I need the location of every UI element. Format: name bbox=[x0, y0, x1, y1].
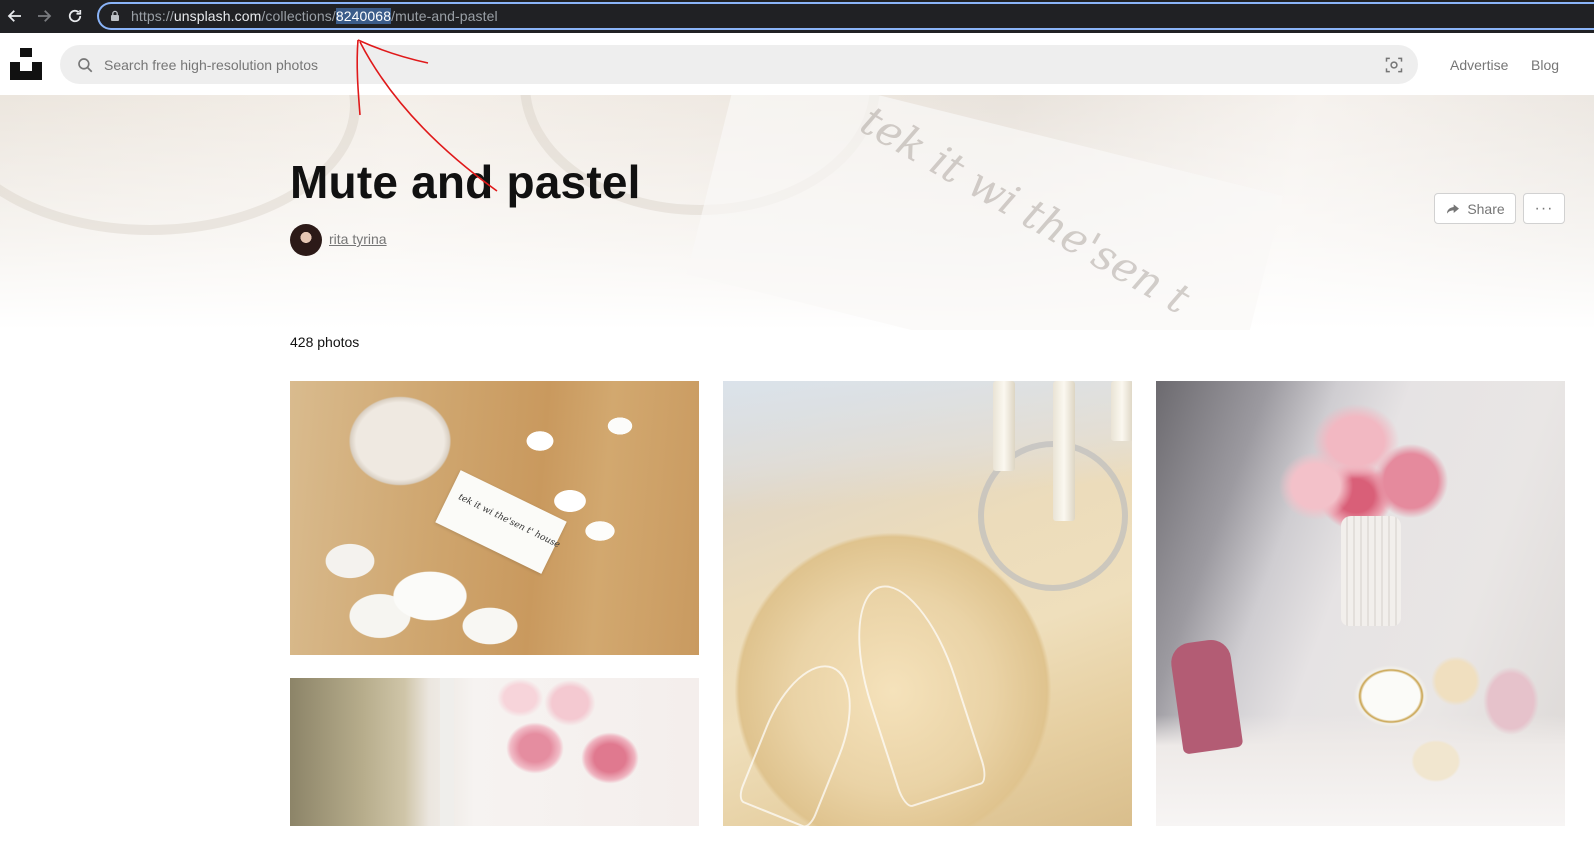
browser-toolbar: https://unsplash.com/collections/8240068… bbox=[0, 0, 1594, 33]
photo-count: 428 photos bbox=[290, 334, 360, 350]
share-arrow-icon bbox=[1447, 203, 1460, 214]
photo-peonies-window[interactable] bbox=[290, 678, 699, 826]
share-button-label: Share bbox=[1467, 200, 1505, 217]
ribbed-vase bbox=[1341, 516, 1401, 626]
site-header: Advertise Blog bbox=[0, 33, 1594, 95]
lock-icon[interactable] bbox=[109, 10, 121, 22]
candle bbox=[1111, 381, 1132, 441]
pink-ribbon bbox=[1168, 637, 1244, 755]
forward-arrow-icon[interactable] bbox=[29, 1, 59, 31]
gift-tag-text: tek it wi the'sen t' house bbox=[456, 492, 562, 551]
search-icon[interactable] bbox=[76, 56, 94, 74]
photo-candelabra-champagne-glasses[interactable] bbox=[723, 381, 1132, 826]
search-bar[interactable] bbox=[60, 45, 1418, 84]
candle bbox=[1053, 381, 1075, 521]
photo-pink-peonies-tea[interactable] bbox=[1156, 381, 1565, 826]
photo-candle-jar-petals[interactable]: tek it wi the'sen t' house bbox=[290, 381, 699, 655]
collection-hero-background: tek it wi the'sen t bbox=[0, 95, 1594, 330]
url-scheme: https:// bbox=[131, 8, 174, 24]
advertise-link[interactable]: Advertise bbox=[1450, 57, 1508, 73]
reload-icon[interactable] bbox=[60, 1, 90, 31]
url-selected-segment: 8240068 bbox=[335, 8, 392, 24]
author-link[interactable]: rita tyrina bbox=[329, 231, 387, 247]
search-input[interactable] bbox=[104, 45, 1364, 84]
champagne-glass bbox=[836, 572, 990, 810]
unsplash-logo[interactable] bbox=[10, 48, 42, 80]
gift-tag: tek it wi the'sen t' house bbox=[435, 470, 567, 574]
champagne-glass bbox=[735, 651, 871, 826]
candle bbox=[993, 381, 1015, 471]
collection-title: Mute and pastel bbox=[290, 156, 641, 208]
url-path-tail: /mute-and-pastel bbox=[391, 8, 498, 24]
url-host: unsplash.com bbox=[173, 8, 262, 24]
more-actions-button[interactable]: ··· bbox=[1523, 193, 1565, 224]
url-path: /collections/ bbox=[261, 8, 336, 24]
visual-search-icon[interactable] bbox=[1384, 55, 1404, 75]
url-text[interactable]: https://unsplash.com/collections/8240068… bbox=[131, 8, 498, 24]
address-bar[interactable]: https://unsplash.com/collections/8240068… bbox=[97, 2, 1594, 30]
window-frame bbox=[440, 678, 454, 826]
back-arrow-icon[interactable] bbox=[0, 1, 30, 31]
blog-link[interactable]: Blog bbox=[1531, 57, 1559, 73]
avatar[interactable] bbox=[290, 224, 322, 256]
share-button[interactable]: Share bbox=[1434, 193, 1516, 224]
more-dots-icon: ··· bbox=[1534, 199, 1554, 217]
